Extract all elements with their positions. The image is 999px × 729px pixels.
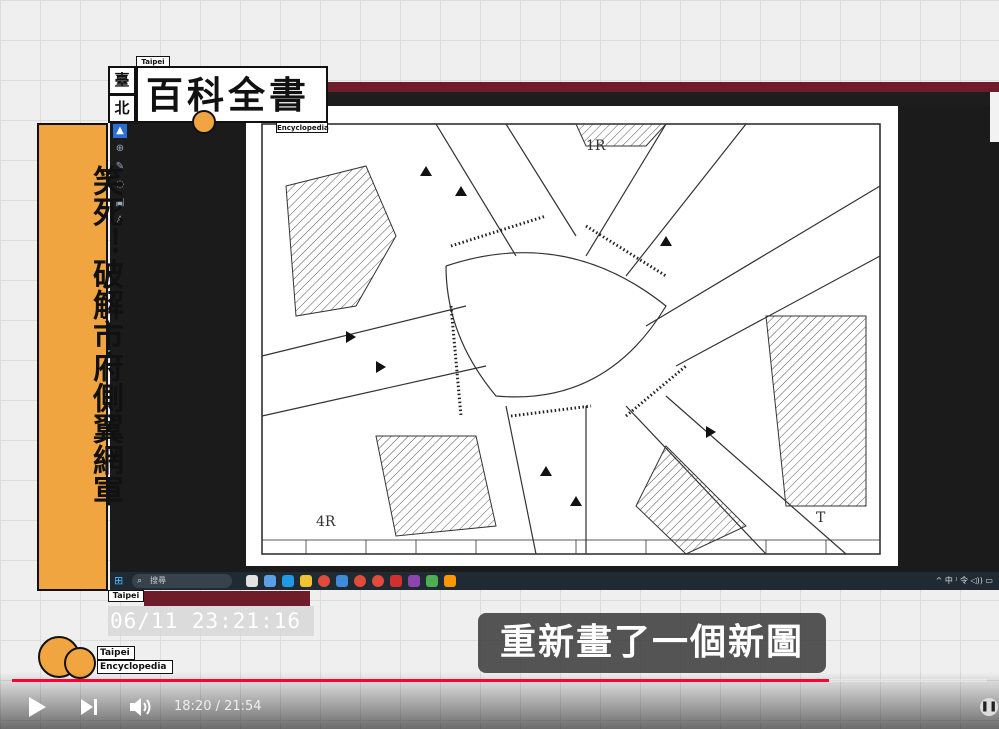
zoom-tool-icon[interactable]: ⊕ [113, 142, 127, 156]
logo-orange-dot [192, 110, 216, 134]
pdf-icon[interactable] [390, 575, 402, 587]
time-display: 18:20 / 21:54 [174, 699, 262, 714]
chrome-icon-2[interactable] [354, 575, 366, 587]
search-icon: ⌕ [137, 576, 143, 586]
bottom-logo-taipei: Taipei [97, 646, 135, 660]
vlc-icon[interactable] [444, 575, 456, 587]
window-title-bar [320, 92, 999, 106]
logo-title: 百科全書 [136, 66, 328, 123]
edge-icon[interactable] [282, 575, 294, 587]
timestamp: 06/11 23:21:16 [108, 606, 314, 636]
app-icon-11[interactable] [426, 575, 438, 587]
logo-char-tai: 臺 [108, 66, 136, 95]
select-tool-icon[interactable]: ▲ [113, 124, 127, 138]
app-icon-2[interactable] [264, 575, 276, 587]
volume-icon[interactable] [128, 695, 154, 719]
chrome-icon[interactable] [318, 575, 330, 587]
progress-bar-played [12, 679, 830, 682]
play-icon[interactable] [26, 695, 48, 719]
zone-label-4r: 4R [316, 514, 336, 530]
road-plan-drawing: 1R 4R T [246, 106, 898, 566]
taskbar-search-placeholder: 搜尋 [150, 576, 166, 585]
folder-icon[interactable] [300, 575, 312, 587]
timestamp-bar [144, 591, 310, 606]
logo-char-bei: 北 [108, 94, 136, 123]
zone-label-1r: 1R [586, 138, 606, 154]
app-icon-6[interactable] [336, 575, 348, 587]
next-video-icon[interactable] [78, 696, 100, 718]
zone-label-t: T [816, 510, 826, 526]
logo-encyclopedia-tag: Encyclopedia [276, 122, 329, 133]
pause-icon[interactable]: ❚❚ [980, 698, 998, 716]
chrome-icon-3[interactable] [372, 575, 384, 587]
timestamp-tag: Taipei [108, 590, 144, 602]
app-icon-10[interactable] [408, 575, 420, 587]
subtitle-caption: 重新畫了一個新圖 [478, 613, 826, 673]
road-plan-svg: 1R 4R T [261, 123, 881, 555]
headline-banner: 笑死！破解市府側翼網軍 [37, 123, 123, 591]
headline-text: 笑死！破解市府側翼網軍 [87, 165, 123, 506]
windows-taskbar: ⊞ ⌕ 搜尋 ^ 中 ⁾ 令 ◁)) ▭ [110, 572, 999, 590]
app-icon-1[interactable] [246, 575, 258, 587]
right-panel-tab [990, 92, 999, 142]
system-tray[interactable]: ^ 中 ⁾ 令 ◁)) ▭ [936, 574, 993, 588]
taskbar-search[interactable]: ⌕ 搜尋 [132, 574, 232, 588]
windows-start-icon[interactable]: ⊞ [114, 574, 128, 588]
